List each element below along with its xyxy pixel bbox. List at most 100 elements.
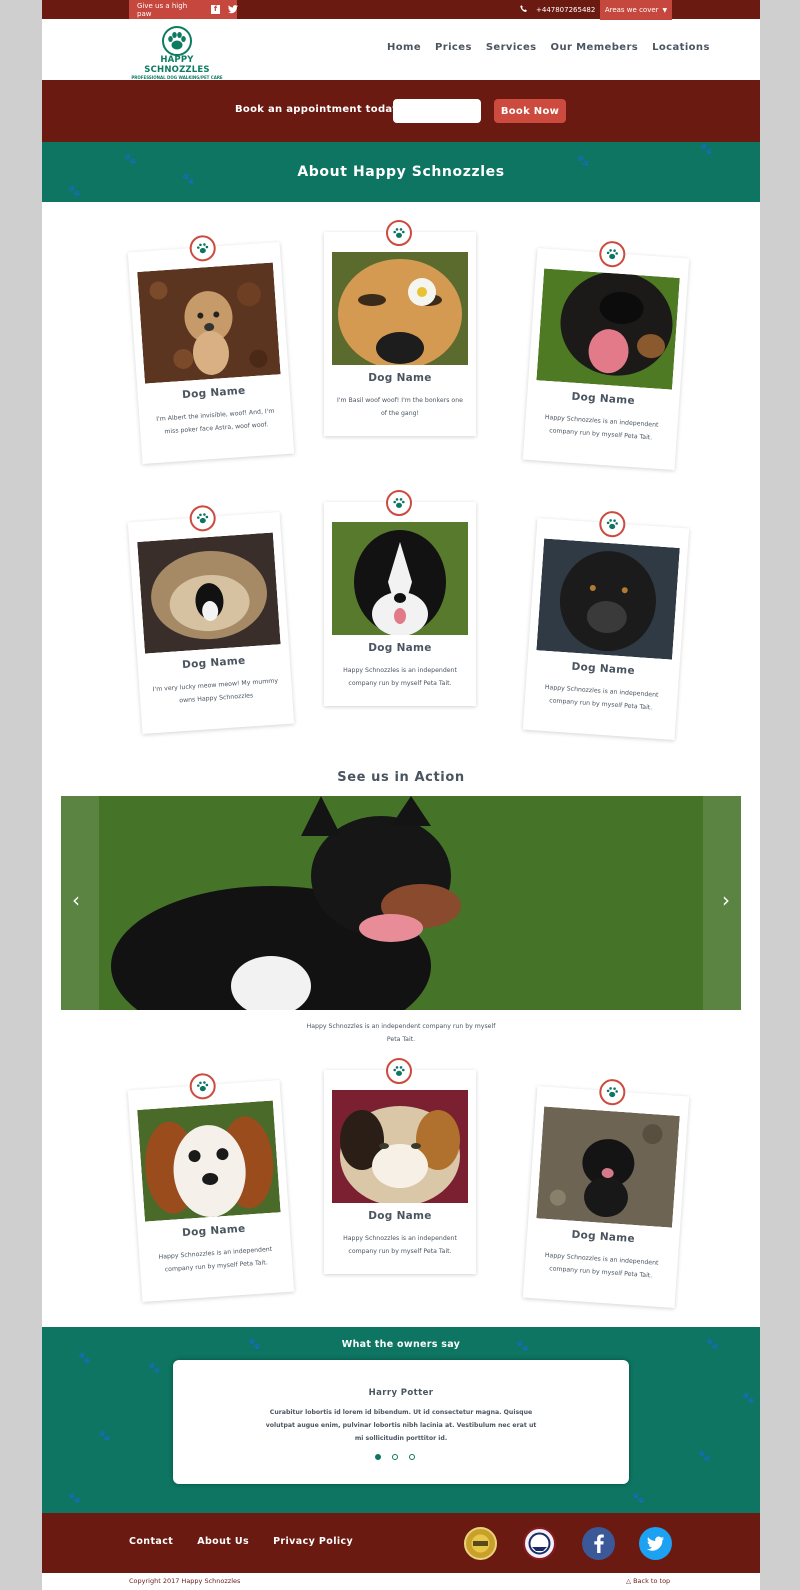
- high-paw-label: Give us a high paw: [137, 1, 188, 18]
- certification-badge-icon: [523, 1527, 556, 1560]
- paw-decoration-icon: 🐾: [632, 1493, 645, 1504]
- dog-photo: [332, 252, 468, 365]
- nav-prices[interactable]: Prices: [435, 42, 472, 53]
- areas-dropdown[interactable]: Areas we cover ▼: [600, 0, 672, 20]
- top-bar: Give us a high paw f +447807265482 Areas…: [42, 0, 760, 20]
- dog-description: Happy Schnozzles is an independent compa…: [158, 1245, 273, 1274]
- footer-link-contact[interactable]: Contact: [129, 1536, 173, 1547]
- action-title: See us in Action: [337, 770, 465, 785]
- phone-number: +447807265482: [536, 5, 596, 14]
- caret-up-icon: △: [626, 1577, 631, 1585]
- facebook-icon[interactable]: [582, 1527, 615, 1560]
- testimonial-text: Curabitur lobortis id lorem id bibendum.…: [265, 1409, 537, 1442]
- member-card[interactable]: Dog Name Happy Schnozzles is an independ…: [522, 240, 690, 471]
- chevron-left-icon[interactable]: ‹: [72, 888, 80, 912]
- testimonial-pagination: [375, 1454, 415, 1460]
- page: Give us a high paw f +447807265482 Areas…: [42, 0, 760, 1590]
- paw-decoration-icon: 🐾: [68, 186, 81, 197]
- chevron-right-icon[interactable]: ›: [722, 888, 730, 912]
- paw-badge-icon: [386, 220, 412, 246]
- owners-title: What the owners say: [341, 1339, 461, 1350]
- dog-name: Dog Name: [368, 642, 432, 654]
- cat-photo: [137, 532, 281, 654]
- nav-members[interactable]: Our Memebers: [551, 42, 639, 53]
- paw-decoration-icon: 🐾: [700, 144, 713, 155]
- back-to-top-link[interactable]: △ Back to top: [626, 1577, 670, 1585]
- paw-badge-icon: [598, 1078, 627, 1107]
- booking-input[interactable]: [393, 99, 481, 123]
- twitter-icon[interactable]: [228, 5, 238, 14]
- logo[interactable]: HAPPY SCHNOZZLES PROFESSIONAL DOG WALKIN…: [127, 26, 227, 80]
- dog-name: Dog Name: [181, 384, 246, 402]
- paw-badge-icon: [598, 510, 627, 539]
- paw-decoration-icon: 🐾: [68, 1493, 81, 1504]
- member-card[interactable]: Dog Name I'm Basil woof woof! I'm the bo…: [324, 220, 476, 436]
- nav-locations[interactable]: Locations: [652, 42, 710, 53]
- member-card[interactable]: Dog Name Happy Schnozzles is an independ…: [522, 510, 690, 741]
- paw-decoration-icon: 🐾: [698, 1451, 711, 1462]
- testimonial-author: Harry Potter: [368, 1388, 434, 1398]
- copyright-text: Copyright 2017 Happy Schnozzles: [129, 1577, 241, 1585]
- caret-down-icon: ▼: [662, 6, 668, 14]
- photo-carousel[interactable]: ‹ ›: [61, 796, 741, 1010]
- dog-photo: [536, 1106, 680, 1228]
- main-nav: Home Prices Services Our Memebers Locati…: [387, 42, 724, 53]
- dog-description: Happy Schnozzles is an independent compa…: [343, 1235, 457, 1255]
- nav-home[interactable]: Home: [387, 42, 421, 53]
- dog-name: Dog Name: [368, 1210, 432, 1222]
- award-badge-icon: [464, 1527, 497, 1560]
- member-card[interactable]: Dog Name Happy Schnozzles is an independ…: [324, 1058, 476, 1274]
- paw-badge-icon: [386, 1058, 412, 1084]
- member-card[interactable]: Dog Name Happy Schnozzles is an independ…: [127, 1072, 295, 1303]
- pagination-dot-active[interactable]: [375, 1454, 381, 1460]
- dog-photo: [536, 538, 680, 660]
- areas-label: Areas we cover: [604, 6, 659, 14]
- footer-bottom: Copyright 2017 Happy Schnozzles △ Back t…: [42, 1573, 760, 1590]
- booking-bar: Book an appointment today! Book Now: [42, 80, 760, 142]
- paw-decoration-icon: 🐾: [98, 1431, 111, 1442]
- about-title: About Happy Schnozzles: [297, 164, 505, 180]
- paw-badge-icon: [188, 234, 217, 263]
- carousel-prev-zone[interactable]: [61, 796, 99, 1010]
- member-card[interactable]: Dog Name Happy Schnozzles is an independ…: [324, 490, 476, 706]
- dog-name: Dog Name: [181, 1222, 246, 1240]
- testimonial-card: Harry Potter Curabitur lobortis id lorem…: [173, 1360, 629, 1484]
- facebook-icon[interactable]: f: [211, 5, 220, 14]
- member-card[interactable]: Dog Name I'm very lucky meow meow! My mu…: [127, 504, 295, 735]
- pagination-dot[interactable]: [392, 1454, 398, 1460]
- dog-photo: [137, 1100, 281, 1222]
- dog-description: Happy Schnozzles is an independent compa…: [544, 1251, 659, 1280]
- dog-description: Happy Schnozzles is an independent compa…: [343, 667, 457, 687]
- nav-services[interactable]: Services: [486, 42, 537, 53]
- logo-name: HAPPY SCHNOZZLES: [144, 55, 210, 75]
- social-pill: Give us a high paw f: [129, 0, 238, 19]
- dog-name: Dog Name: [571, 390, 636, 408]
- dog-description: Happy Schnozzles is an independent compa…: [544, 683, 659, 712]
- book-now-button[interactable]: Book Now: [494, 99, 566, 123]
- footer-links: Contact About Us Privacy Policy: [129, 1536, 377, 1547]
- paw-decoration-icon: 🐾: [148, 1363, 161, 1374]
- dog-photo: [137, 262, 281, 384]
- dog-name: Dog Name: [571, 1228, 636, 1246]
- dog-name: Dog Name: [368, 372, 432, 384]
- cat-photo: [332, 1090, 468, 1203]
- dog-description: I'm Basil woof woof! I'm the bonkers one…: [337, 397, 463, 417]
- paw-decoration-icon: 🐾: [742, 1393, 755, 1404]
- back-to-top-label: Back to top: [633, 1577, 671, 1585]
- carousel-slide: [61, 796, 741, 1010]
- footer: Contact About Us Privacy Policy: [42, 1513, 760, 1573]
- paw-badge-icon: [598, 240, 627, 269]
- paw-decoration-icon: 🐾: [78, 1353, 91, 1364]
- footer-link-about[interactable]: About Us: [197, 1536, 249, 1547]
- twitter-icon[interactable]: [639, 1527, 672, 1560]
- dog-description: I'm very lucky meow meow! My mummy owns …: [152, 677, 279, 705]
- footer-link-privacy[interactable]: Privacy Policy: [273, 1536, 353, 1547]
- member-card[interactable]: Dog Name I'm Albert the invisible, woof!…: [127, 234, 295, 465]
- dog-name: Dog Name: [571, 660, 636, 678]
- carousel-caption: Happy Schnozzles is an independent compa…: [306, 1023, 496, 1043]
- member-card[interactable]: Dog Name Happy Schnozzles is an independ…: [522, 1078, 690, 1309]
- pagination-dot[interactable]: [409, 1454, 415, 1460]
- dog-name: Dog Name: [181, 654, 246, 672]
- phone-contact[interactable]: +447807265482: [520, 0, 595, 19]
- logo-paw-icon: [162, 26, 192, 56]
